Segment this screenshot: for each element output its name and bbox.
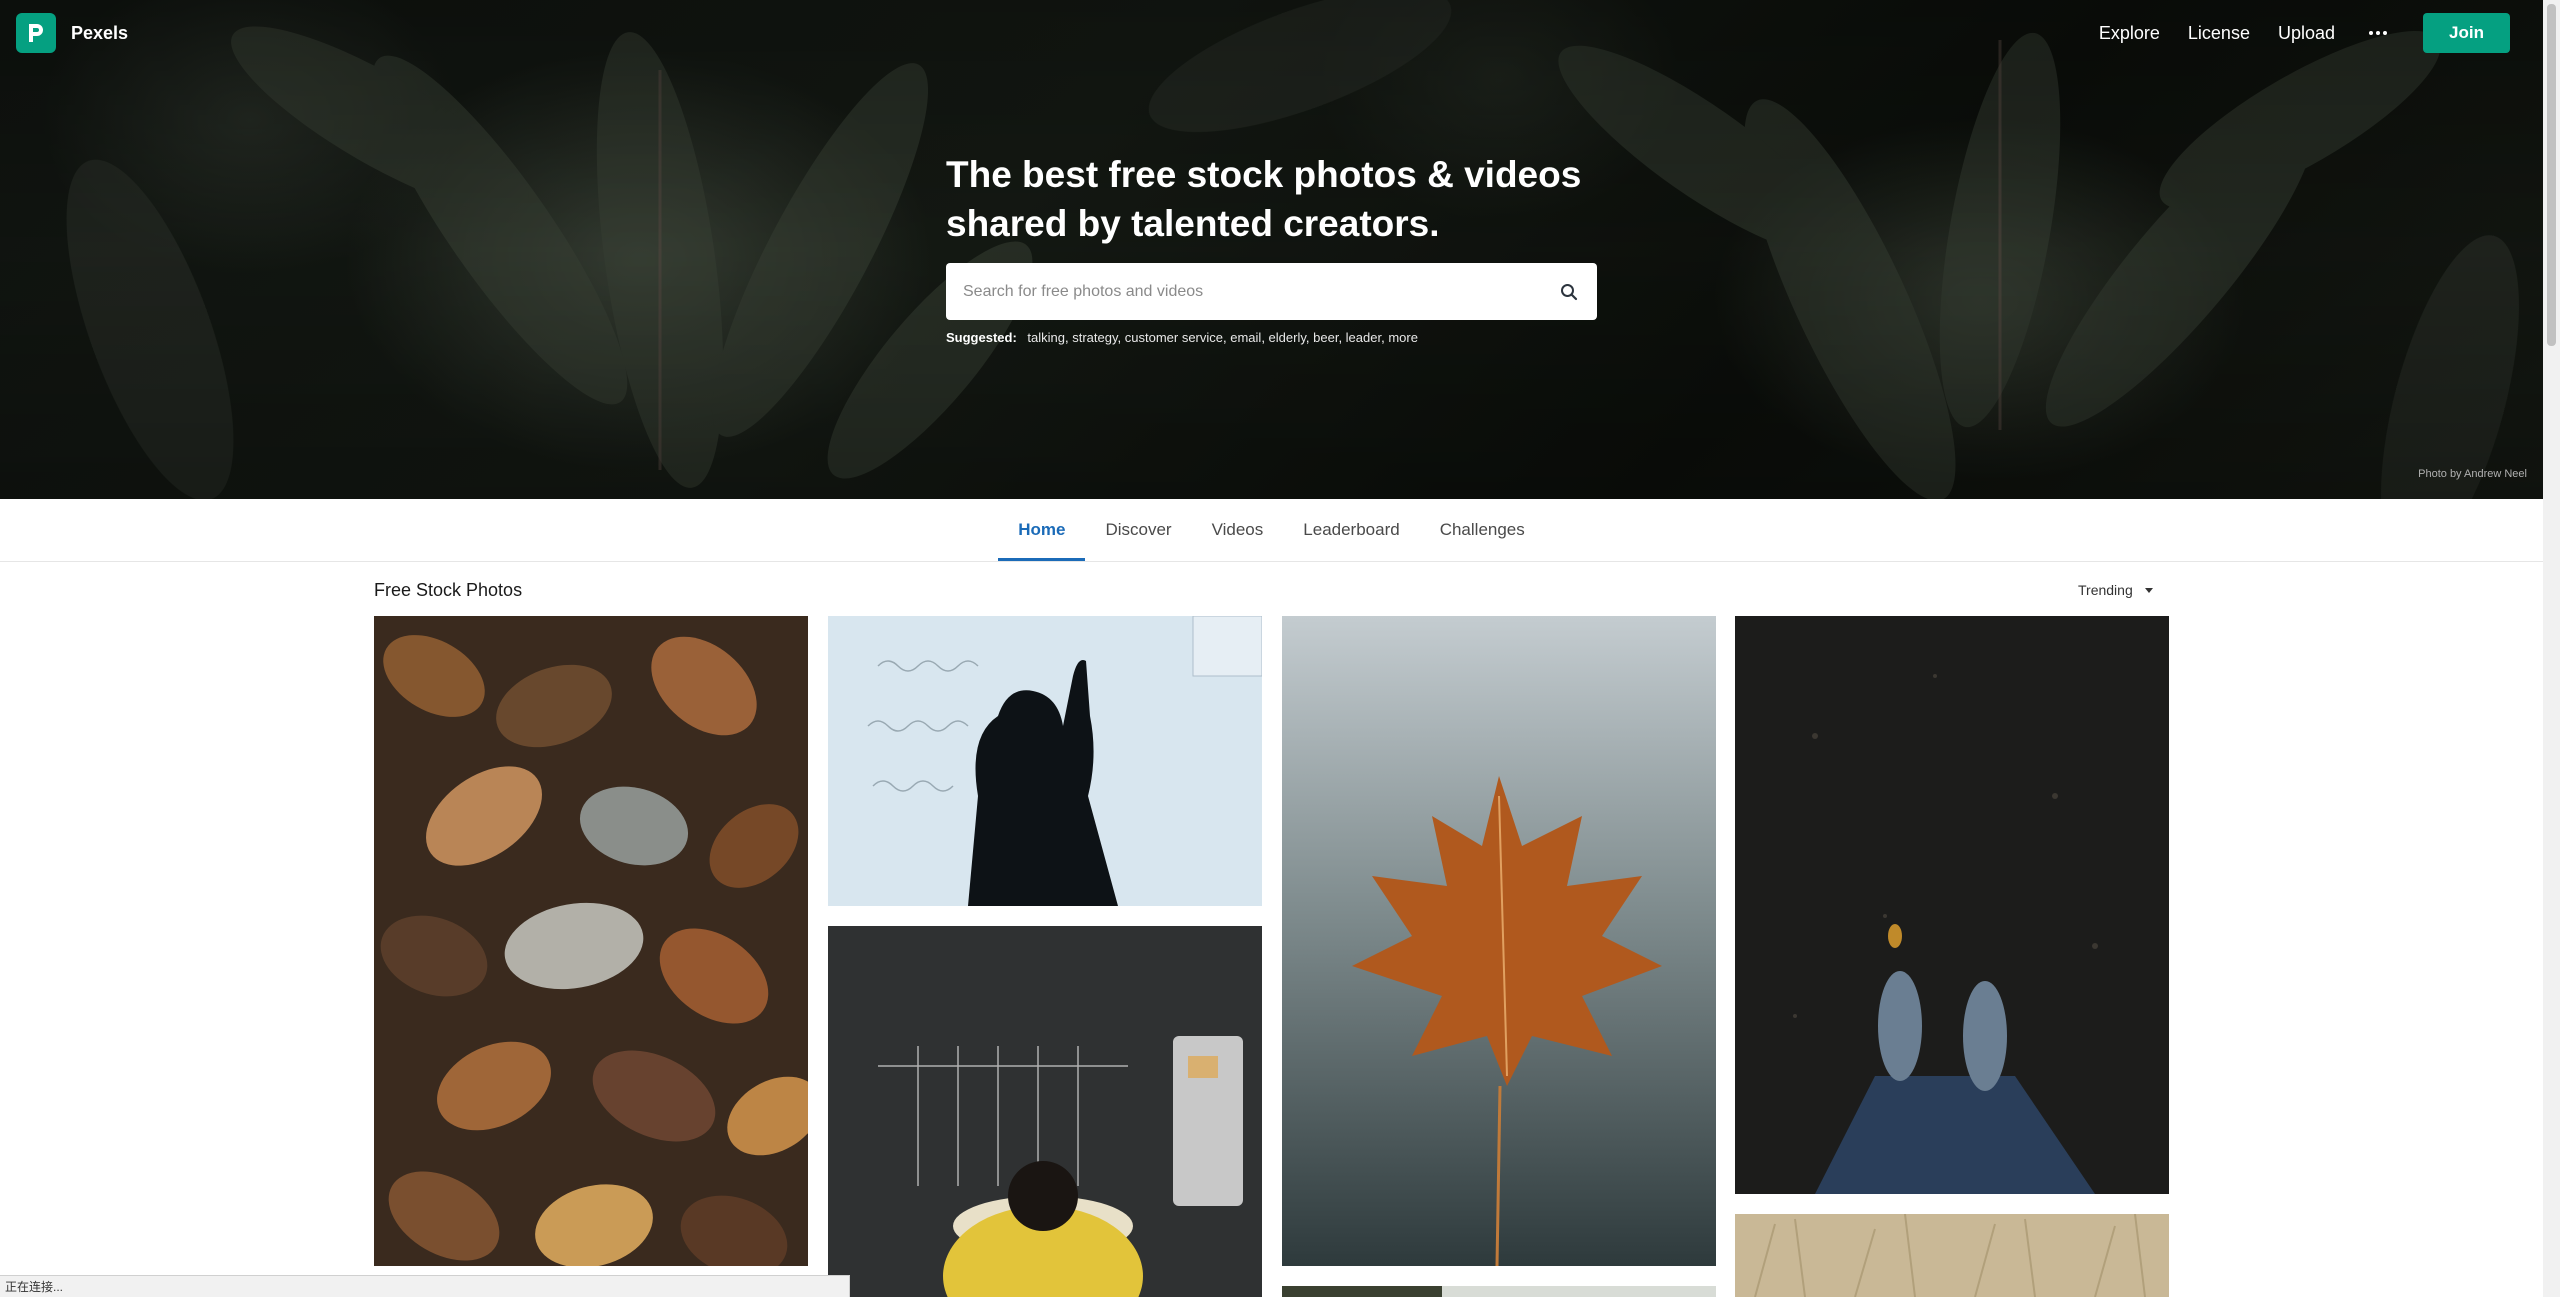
pexels-logo-icon: [16, 13, 56, 53]
search-bar: [946, 262, 1597, 321]
suggested-label: Suggested:: [946, 330, 1017, 345]
hero-title-line-2: shared by talented creators.: [946, 203, 1440, 244]
tab-videos[interactable]: Videos: [1192, 499, 1284, 561]
nav-explore-link[interactable]: Explore: [2099, 23, 2160, 44]
suggested-tag[interactable]: leader: [1346, 330, 1381, 345]
sort-dropdown[interactable]: Trending: [2078, 582, 2153, 598]
scrollbar-thumb[interactable]: [2547, 4, 2556, 346]
tab-leaderboard[interactable]: Leaderboard: [1283, 499, 1419, 561]
suggested-tag[interactable]: beer: [1313, 330, 1338, 345]
hero-overlay: [0, 0, 2543, 499]
photo-card-maple-leaf[interactable]: [1282, 616, 1716, 1266]
suggested-tag[interactable]: talking: [1027, 330, 1065, 345]
section-title: Free Stock Photos: [374, 580, 523, 600]
suggested-more-link[interactable]: more: [1388, 330, 1418, 345]
suggested-searches: Suggested: talking, strategy, customer s…: [946, 330, 1418, 345]
suggested-tag[interactable]: customer service: [1125, 330, 1223, 345]
photo-image: [1282, 1286, 1716, 1297]
brand-name: Pexels: [71, 22, 129, 43]
nav-upload-link[interactable]: Upload: [2278, 23, 2335, 44]
logo[interactable]: Pexels: [16, 13, 128, 53]
nav-license-link[interactable]: License: [2188, 23, 2250, 44]
photo-card-forest[interactable]: [1282, 1286, 1716, 1297]
section-tabs: Home Discover Videos Leaderboard Challen…: [0, 499, 2543, 562]
photo-card-whiteboard[interactable]: [828, 616, 1262, 906]
suggested-tag[interactable]: email: [1230, 330, 1261, 345]
suggested-tag[interactable]: strategy: [1072, 330, 1117, 345]
hero-banner: Pexels Explore License Upload Join The b…: [0, 0, 2543, 499]
photo-card-autumn-leaves[interactable]: [374, 616, 808, 1266]
search-input[interactable]: [946, 262, 1549, 321]
tab-home[interactable]: Home: [998, 499, 1086, 561]
tab-challenges[interactable]: Challenges: [1420, 499, 1545, 561]
more-horizontal-icon[interactable]: [2363, 13, 2393, 53]
hero-title: The best free stock photos & videos shar…: [946, 150, 1626, 248]
photo-card-dry-grass[interactable]: [1735, 1214, 2169, 1297]
top-navigation: Explore License Upload Join: [2071, 13, 2510, 53]
photo-card-chalkboard[interactable]: [828, 926, 1262, 1297]
search-icon[interactable]: [1549, 272, 1589, 312]
tab-discover[interactable]: Discover: [1085, 499, 1191, 561]
photo-image: [828, 616, 1262, 906]
chevron-down-icon: [2144, 587, 2153, 593]
photo-image: [828, 926, 1262, 1297]
photo-credit[interactable]: Photo by Andrew Neel: [2418, 468, 2527, 480]
sort-label: Trending: [2078, 582, 2133, 598]
browser-status-bar: 正在连接...: [0, 1275, 850, 1297]
hero-title-line-1: The best free stock photos & videos: [946, 154, 1582, 195]
photo-image: [1282, 616, 1716, 1266]
photo-card-sneakers[interactable]: [1735, 616, 2169, 1194]
photo-image: [1735, 1214, 2169, 1297]
scrollbar[interactable]: [2543, 0, 2560, 1297]
suggested-tag[interactable]: elderly: [1269, 330, 1306, 345]
photo-image: [374, 616, 808, 1266]
join-button[interactable]: Join: [2423, 13, 2510, 53]
photo-image: [1735, 616, 2169, 1194]
